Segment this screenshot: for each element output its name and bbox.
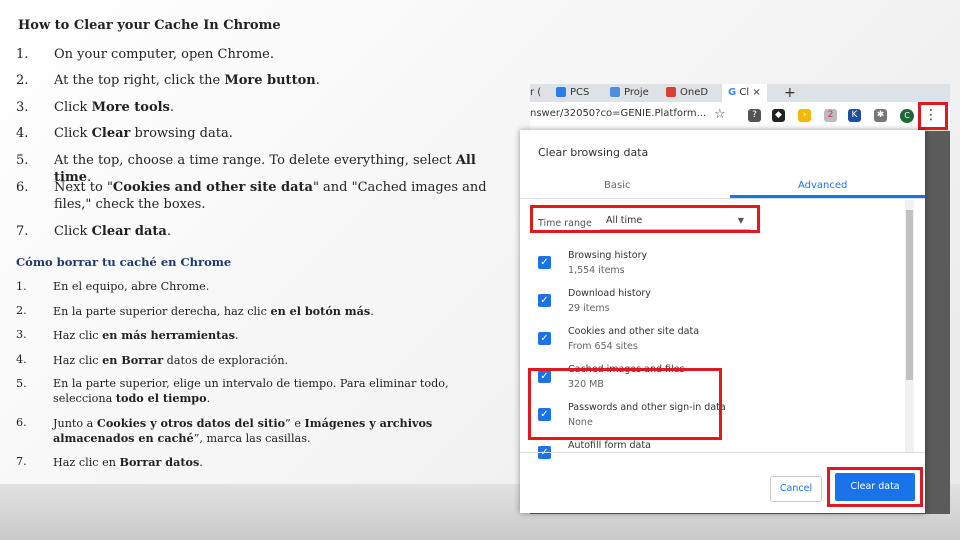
checkbox-sublabel: 29 items (568, 303, 610, 314)
checkbox-label: Autofill form data (568, 440, 651, 451)
active-tab-indicator (730, 195, 925, 198)
step-text: Haz clic en Borrar datos de exploración. (53, 353, 289, 367)
step-text: Junto a Cookies y otros datos del sitio”… (53, 416, 433, 445)
step-text: En la parte superior derecha, haz clic e… (53, 304, 374, 318)
step-number: 6. (16, 416, 27, 429)
cancel-button[interactable]: Cancel (770, 476, 822, 502)
chrome-screenshot: r ( PCS Proje OneD G Cl × + nswer/32050?… (520, 84, 950, 514)
step-number: 1. (16, 280, 27, 293)
highlight-clear-data (827, 467, 923, 507)
scrollbar[interactable] (905, 200, 914, 452)
url-bar[interactable]: nswer/32050?co=GENIE.Platform... (530, 108, 706, 119)
tab-1[interactable]: r ( (530, 84, 541, 102)
tab-bar: r ( PCS Proje OneD G Cl × + (530, 84, 950, 102)
step-text: En el equipo, abre Chrome. (53, 280, 210, 293)
extension-icon[interactable]: ? (748, 109, 761, 122)
address-toolbar: nswer/32050?co=GENIE.Platform... ☆ ? ◆ ›… (530, 102, 950, 131)
step-text: Next to "Cookies and other site data" an… (54, 180, 487, 212)
step-text: Haz clic en Borrar datos. (53, 455, 203, 469)
checkbox-row[interactable]: ✓ Cookies and other site data From 654 sit… (538, 326, 838, 360)
tab-onedrive[interactable]: OneD (666, 84, 708, 102)
highlight-time-range (530, 205, 760, 233)
step-text: Click More tools. (54, 100, 175, 115)
scrollbar-thumb[interactable] (906, 210, 913, 380)
step-number: 5. (16, 153, 29, 168)
step-number: 2. (16, 304, 27, 317)
dialog-title: Clear browsing data (538, 146, 649, 159)
step-text: Haz clic en más herramientas. (53, 328, 239, 342)
k-ext-icon[interactable]: K (848, 109, 861, 122)
step-number: 1. (16, 47, 29, 62)
step-number: 4. (16, 126, 29, 141)
tab-project[interactable]: Proje (610, 84, 649, 102)
office-icon (666, 87, 676, 97)
step-number: 2. (16, 73, 29, 88)
checkbox-checked-icon[interactable]: ✓ (538, 256, 551, 269)
tab-advanced[interactable]: Advanced (798, 180, 847, 191)
step-number: 7. (16, 455, 27, 468)
drive-icon (556, 87, 566, 97)
highlight-more-button (918, 102, 948, 130)
puzzle-icon[interactable]: ✱ (874, 109, 887, 122)
dialog-tabs: Basic Advanced (520, 170, 925, 199)
tab-basic[interactable]: Basic (604, 180, 630, 191)
clear-browsing-dialog: Clear browsing data Basic Advanced Time … (520, 130, 925, 513)
step-text: En la parte superior, elige un intervalo… (53, 377, 449, 405)
arrow-ext-icon[interactable]: › (798, 109, 811, 122)
english-title: How to Clear your Cache In Chrome (18, 18, 281, 33)
step-text: Click Clear browsing data. (54, 126, 233, 141)
checkbox-sublabel: From 654 sites (568, 341, 638, 352)
step-number: 6. (16, 180, 29, 195)
avatar[interactable]: C (900, 109, 914, 123)
step-text: Click Clear data. (54, 224, 171, 239)
checkbox-label: Download history (568, 288, 651, 299)
doc-icon (610, 87, 620, 97)
step-text: At the top right, click the More button. (54, 73, 320, 88)
badge-ext-icon[interactable]: 2 (824, 109, 837, 122)
step-number: 3. (16, 328, 27, 341)
checkbox-checked-icon[interactable]: ✓ (538, 294, 551, 307)
new-tab-button[interactable]: + (784, 84, 796, 102)
dialog-footer: Cancel Clear data (520, 452, 925, 514)
checkbox-label: Browsing history (568, 250, 648, 261)
checkbox-row[interactable]: ✓ Browsing history 1,554 items (538, 250, 838, 284)
checkbox-row[interactable]: ✓ Download history 29 items (538, 288, 838, 322)
checkbox-sublabel: 1,554 items (568, 265, 625, 276)
highlight-cookies-cache (528, 368, 722, 440)
bookmark-star-icon[interactable]: ☆ (714, 107, 726, 122)
checkbox-label: Cookies and other site data (568, 326, 700, 337)
checkbox-checked-icon[interactable]: ✓ (538, 332, 551, 345)
dropbox-icon[interactable]: ◆ (772, 109, 785, 122)
step-number: 3. (16, 100, 29, 115)
step-text: On your computer, open Chrome. (54, 47, 275, 62)
tab-active[interactable]: G Cl × (722, 84, 767, 102)
step-number: 4. (16, 353, 27, 366)
tab-pcs[interactable]: PCS (556, 84, 589, 102)
step-number: 5. (16, 377, 27, 390)
spanish-title: Cómo borrar tu caché en Chrome (16, 255, 232, 269)
step-number: 7. (16, 224, 29, 239)
